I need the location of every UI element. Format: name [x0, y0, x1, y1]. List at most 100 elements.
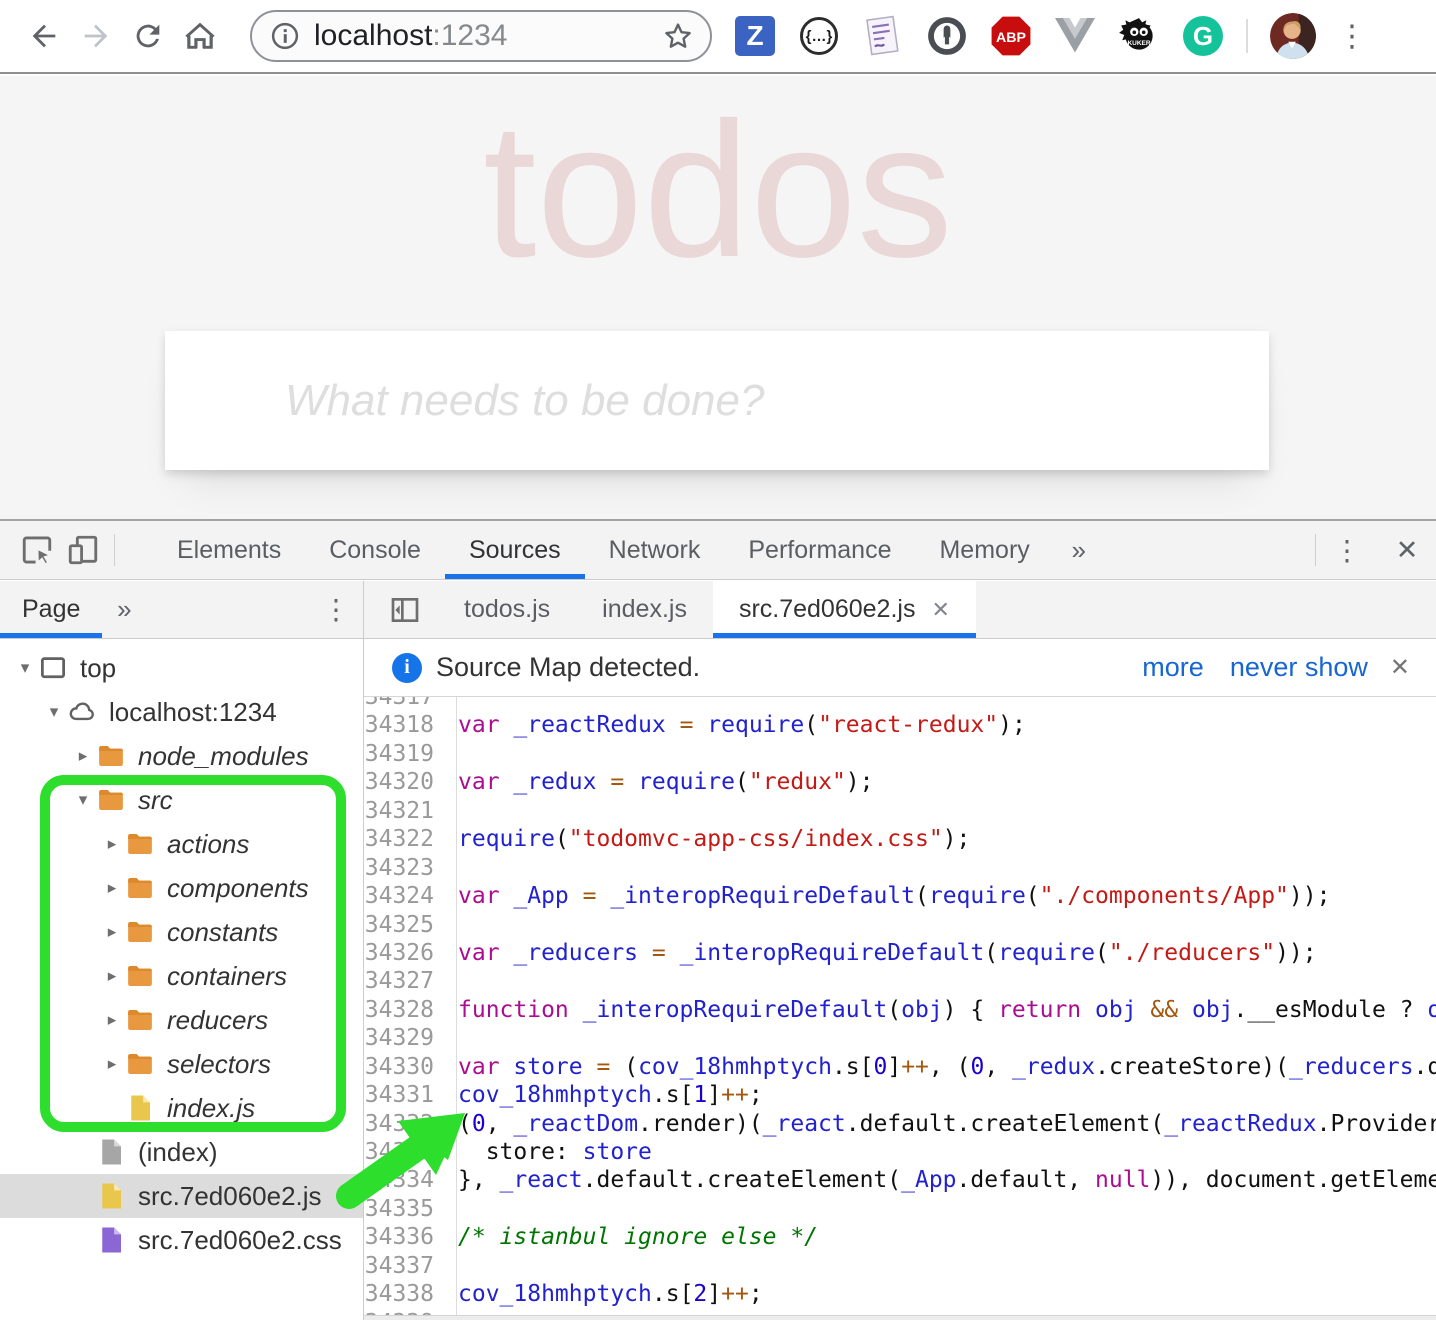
- infobar-more-link[interactable]: more: [1142, 652, 1204, 683]
- code-line: 34327: [364, 967, 1436, 995]
- page-info-icon[interactable]: [270, 21, 300, 51]
- forward-button[interactable]: [70, 10, 122, 62]
- json-viewer-extension-icon[interactable]: {…}: [798, 15, 840, 57]
- back-button[interactable]: [18, 10, 70, 62]
- chevron-down-icon[interactable]: ▾: [12, 658, 38, 678]
- editor-tab-src.7ed060e2.js[interactable]: src.7ed060e2.js✕: [713, 581, 976, 638]
- line-number[interactable]: 34330: [364, 1053, 446, 1081]
- editor-tab-todos.js[interactable]: todos.js: [438, 581, 576, 638]
- tab-elements[interactable]: Elements: [153, 521, 305, 579]
- line-number[interactable]: 34323: [364, 854, 446, 882]
- tab-memory[interactable]: Memory: [915, 521, 1053, 579]
- chevron-right-icon[interactable]: ▸: [99, 834, 125, 854]
- code-editor[interactable]: 3431734318var _reactRedux = require("rea…: [364, 697, 1436, 1320]
- line-number[interactable]: 34325: [364, 911, 446, 939]
- chevron-right-icon[interactable]: ▸: [99, 1010, 125, 1030]
- line-number[interactable]: 34331: [364, 1081, 446, 1109]
- line-number[interactable]: 34319: [364, 740, 446, 768]
- line-number[interactable]: 34324: [364, 882, 446, 910]
- chevron-down-icon[interactable]: ▾: [41, 702, 67, 722]
- code-line: 34333 store: store: [364, 1138, 1436, 1166]
- notes-extension-icon[interactable]: [862, 15, 904, 57]
- grammarly-extension-icon[interactable]: G: [1182, 15, 1224, 57]
- tree-item-src[interactable]: ▾src: [0, 778, 363, 822]
- devtools-menu-button[interactable]: ⋮: [1316, 521, 1378, 579]
- code-line: 34330var store = (cov_18hmhptych.s[0]++,…: [364, 1053, 1436, 1081]
- vue-devtools-extension-icon[interactable]: [1054, 15, 1096, 57]
- tree-item--index-[interactable]: (index): [0, 1130, 363, 1174]
- tree-item-localhost-1234[interactable]: ▾localhost:1234: [0, 690, 363, 734]
- tab-network[interactable]: Network: [585, 521, 725, 579]
- profile-avatar[interactable]: [1270, 13, 1316, 59]
- chevron-right-icon[interactable]: ▸: [70, 746, 96, 766]
- more-tabs-button[interactable]: »: [1054, 521, 1104, 579]
- infobar-never-show-link[interactable]: never show: [1230, 652, 1368, 683]
- tree-item-src.7ed060e2.css[interactable]: src.7ed060e2.css: [0, 1218, 363, 1262]
- tab-performance[interactable]: Performance: [724, 521, 915, 579]
- inspect-element-button[interactable]: [14, 527, 60, 573]
- tab-page[interactable]: Page: [0, 581, 102, 638]
- kuker-extension-icon[interactable]: KUKER: [1118, 15, 1160, 57]
- onepassword-extension-icon[interactable]: [926, 15, 968, 57]
- toggle-navigator-button[interactable]: [382, 587, 428, 633]
- bookmark-star-icon[interactable]: [662, 20, 694, 52]
- tree-item-src.7ed060e2.js[interactable]: src.7ed060e2.js: [0, 1174, 363, 1218]
- line-number[interactable]: 34327: [364, 967, 446, 995]
- infobar-close-button[interactable]: ✕: [1390, 653, 1410, 682]
- reload-button[interactable]: [122, 10, 174, 62]
- line-number[interactable]: 34337: [364, 1252, 446, 1280]
- chevron-right-icon[interactable]: ▸: [99, 922, 125, 942]
- tree-item-containers[interactable]: ▸containers: [0, 954, 363, 998]
- sidebar-more-tabs-button[interactable]: »: [102, 581, 146, 638]
- line-number[interactable]: 34336: [364, 1223, 446, 1251]
- line-number[interactable]: 34322: [364, 825, 446, 853]
- device-toolbar-button[interactable]: [60, 527, 106, 573]
- new-todo-input[interactable]: What needs to be done?: [165, 331, 1269, 470]
- tree-item-node-modules[interactable]: ▸ node_modules: [0, 734, 363, 778]
- chevron-right-icon[interactable]: ▸: [99, 1054, 125, 1074]
- chevron-right-icon[interactable]: ▸: [99, 878, 125, 898]
- tab-console[interactable]: Console: [305, 521, 445, 579]
- chevron-right-icon[interactable]: ▸: [99, 966, 125, 986]
- browser-menu-button[interactable]: ⋮: [1330, 14, 1374, 58]
- tree-item-actions[interactable]: ▸actions: [0, 822, 363, 866]
- line-number[interactable]: 34317: [364, 697, 446, 711]
- line-number[interactable]: 34326: [364, 939, 446, 967]
- sidebar-menu-button[interactable]: ⋮: [309, 581, 363, 638]
- line-number[interactable]: 34335: [364, 1195, 446, 1223]
- tree-item-label: node_modules: [138, 741, 309, 772]
- chevron-down-icon[interactable]: ▾: [70, 790, 96, 810]
- line-number[interactable]: 34328: [364, 996, 446, 1024]
- devtools-close-button[interactable]: ✕: [1378, 521, 1436, 579]
- home-button[interactable]: [174, 10, 226, 62]
- line-number[interactable]: 34329: [364, 1024, 446, 1052]
- line-number[interactable]: 34333: [364, 1138, 446, 1166]
- url-port: :1234: [432, 19, 507, 53]
- tree-item-label: src.7ed060e2.js: [138, 1181, 322, 1212]
- tree-item-reducers[interactable]: ▸reducers: [0, 998, 363, 1042]
- adblock-plus-extension-icon[interactable]: ABP: [990, 15, 1032, 57]
- tree-item-top[interactable]: ▾top: [0, 646, 363, 690]
- tree-item-components[interactable]: ▸components: [0, 866, 363, 910]
- line-number[interactable]: 34338: [364, 1280, 446, 1308]
- close-tab-icon[interactable]: ✕: [931, 597, 949, 623]
- line-number[interactable]: 34321: [364, 797, 446, 825]
- code-line: 34326var _reducers = _interopRequireDefa…: [364, 939, 1436, 967]
- tree-item-constants[interactable]: ▸constants: [0, 910, 363, 954]
- zotero-extension-icon[interactable]: Z: [734, 15, 776, 57]
- line-number[interactable]: 34320: [364, 768, 446, 796]
- editor-tab-label: todos.js: [464, 595, 550, 624]
- code-text: var _reducers = _interopRequireDefault(r…: [446, 939, 1317, 967]
- code-line: 34335: [364, 1195, 1436, 1223]
- horizontal-scrollbar[interactable]: [364, 1315, 1436, 1320]
- tab-sources[interactable]: Sources: [445, 521, 585, 579]
- line-number[interactable]: 34334: [364, 1166, 446, 1194]
- tree-item-selectors[interactable]: ▸selectors: [0, 1042, 363, 1086]
- line-number[interactable]: 34318: [364, 711, 446, 739]
- line-number[interactable]: 34332: [364, 1110, 446, 1138]
- extensions-row: Z {…} ABP KUKER G: [734, 15, 1224, 57]
- js-file-icon: [125, 1093, 155, 1123]
- address-bar[interactable]: localhost:1234: [250, 10, 712, 62]
- editor-tab-index.js[interactable]: index.js: [576, 581, 713, 638]
- tree-item-index.js[interactable]: index.js: [0, 1086, 363, 1130]
